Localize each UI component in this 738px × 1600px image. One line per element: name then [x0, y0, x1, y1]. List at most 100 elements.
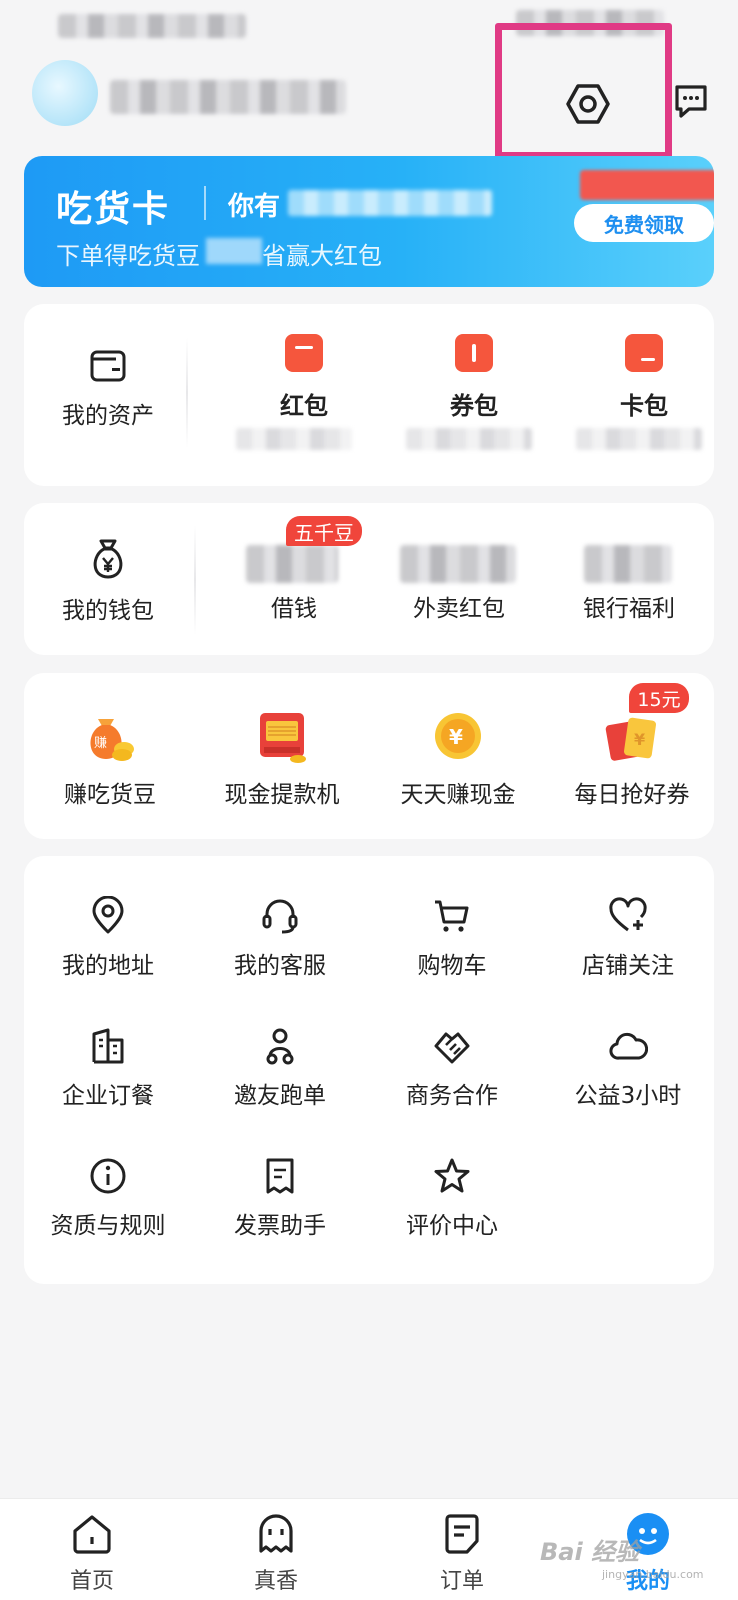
baidu-watermark-url: jingyan.baidu.com [602, 1568, 704, 1581]
daily-cash-entry[interactable]: ¥ 天天赚现金 [378, 709, 538, 809]
tab-zhenxiang[interactable]: 真香 [226, 1511, 326, 1595]
red-envelope-entry[interactable]: 红包 [254, 334, 354, 421]
daily-coupon-label: 每日抢好券 [574, 782, 690, 808]
svg-text:赚: 赚 [94, 735, 107, 751]
svg-text:¥: ¥ [449, 725, 463, 749]
daily-cash-label: 天天赚现金 [400, 782, 516, 808]
banner-title: 吃货卡 [56, 189, 171, 230]
enterprise-dining-entry[interactable]: 企业订餐 [50, 1026, 166, 1110]
earn-beans-entry[interactable]: 赚 赚吃货豆 [40, 709, 180, 809]
info-icon [90, 1158, 126, 1194]
coupon-gift-icon: ¥ [605, 717, 656, 761]
building-icon [92, 1028, 124, 1064]
banner-subtitle-tail: 省赢大红包 [262, 242, 382, 270]
charity-entry[interactable]: 公益3小时 [564, 1026, 692, 1110]
shopping-cart-icon [435, 900, 469, 932]
card-wallet-title: 卡包 [620, 392, 668, 420]
card-subtext-redacted [576, 428, 702, 450]
takeout-redpack-entry[interactable]: 外卖红包 [399, 589, 519, 623]
red-envelope-subtext-redacted [236, 428, 352, 450]
message-icon [675, 85, 707, 118]
loan-badge: 五千豆 [286, 516, 362, 546]
bank-benefit-label: 银行福利 [583, 596, 675, 622]
tab-orders[interactable]: 订单 [412, 1511, 512, 1595]
wallet-card: 我的钱包 借钱 外卖红包 银行福利 [24, 503, 714, 655]
shop-follow-label: 店铺关注 [582, 953, 674, 979]
my-wallet-entry[interactable]: 我的钱包 [60, 537, 156, 625]
invite-rider-label: 邀友跑单 [234, 1083, 326, 1109]
tab-home[interactable]: 首页 [42, 1511, 142, 1595]
banner-subtitle-redacted [206, 238, 262, 264]
business-cooperation-label: 商务合作 [406, 1083, 498, 1109]
promotions-card: 赚 赚吃货豆 现金提款机 ¥ 天天赚现金 ¥ 每日抢好券 [24, 673, 714, 839]
review-center-entry[interactable]: 评价中心 [394, 1156, 510, 1240]
coupon-value-badge: 15元 [629, 683, 689, 713]
tab-home-label: 首页 [69, 1569, 114, 1594]
enterprise-dining-label: 企业订餐 [62, 1083, 154, 1109]
order-icon [445, 1514, 479, 1554]
username-redacted[interactable] [110, 80, 346, 114]
qualification-rules-entry[interactable]: 资质与规则 [40, 1156, 176, 1240]
divider [186, 338, 188, 448]
cash-machine-entry[interactable]: 现金提款机 [212, 709, 352, 809]
status-bar-left-redacted [58, 14, 246, 38]
cloud-icon [609, 1032, 648, 1060]
invite-rider-entry[interactable]: 邀友跑单 [222, 1026, 338, 1110]
ghost-face-icon [259, 1514, 293, 1553]
business-cooperation-entry[interactable]: 商务合作 [394, 1026, 510, 1110]
charity-label: 公益3小时 [574, 1083, 682, 1109]
chihuo-card-banner[interactable]: 吃货卡 你有 下单得吃货豆 省赢大红包 免费领取 [24, 156, 714, 287]
free-claim-button[interactable]: 免费领取 [574, 204, 714, 242]
settings-hexagon-icon [566, 84, 610, 124]
cash-machine-label: 现金提款机 [224, 782, 340, 808]
loan-entry[interactable]: 借钱 [234, 589, 354, 623]
settings-button[interactable] [562, 78, 614, 130]
rider-icon [266, 1028, 294, 1065]
handshake-icon [434, 1032, 470, 1064]
customer-service-entry[interactable]: 我的客服 [222, 896, 338, 980]
bank-benefit-entry[interactable]: 银行福利 [569, 589, 689, 623]
takeout-redpack-label: 外卖红包 [413, 596, 505, 622]
divider [194, 525, 196, 635]
loan-value-redacted [246, 545, 338, 583]
svg-text:¥: ¥ [634, 730, 645, 749]
status-bar-right-redacted [516, 10, 664, 36]
my-assets-label: 我的资产 [62, 403, 154, 429]
star-icon [434, 1158, 470, 1193]
shopping-cart-label: 购物车 [417, 953, 487, 979]
assets-card: 我的资产 红包 券包 卡包 [24, 304, 714, 486]
card-wallet-entry[interactable]: 卡包 [594, 334, 694, 421]
coupon-title: 券包 [450, 392, 498, 420]
headset-icon [262, 899, 298, 934]
banner-subtitle-text: 下单得吃货豆 [56, 242, 200, 270]
invoice-assistant-label: 发票助手 [234, 1213, 326, 1239]
my-address-label: 我的地址 [62, 953, 154, 979]
message-button[interactable] [666, 76, 716, 126]
my-assets-entry[interactable]: 我的资产 [60, 346, 156, 430]
my-wallet-label: 我的钱包 [62, 598, 154, 624]
user-avatar[interactable] [32, 60, 98, 126]
shopping-cart-entry[interactable]: 购物车 [394, 896, 510, 980]
location-pin-icon [92, 896, 124, 934]
qualification-rules-label: 资质与规则 [50, 1213, 166, 1239]
tab-zhenxiang-label: 真香 [253, 1569, 298, 1594]
gold-coin-icon: ¥ [435, 713, 481, 759]
wallet-icon [90, 350, 126, 382]
red-envelope-icon [285, 334, 323, 372]
shop-follow-entry[interactable]: 店铺关注 [564, 896, 692, 980]
bean-bag-icon: 赚 [90, 719, 134, 761]
daily-coupon-entry[interactable]: ¥ 每日抢好券 [552, 709, 712, 809]
invoice-assistant-entry[interactable]: 发票助手 [222, 1156, 338, 1240]
earn-beans-label: 赚吃货豆 [64, 782, 156, 808]
coupon-icon [455, 334, 493, 372]
review-center-label: 评价中心 [406, 1213, 498, 1239]
card-icon [625, 334, 663, 372]
takeout-redpack-value-redacted [400, 545, 516, 583]
banner-greeting-redacted [288, 190, 492, 216]
coupon-entry[interactable]: 券包 [424, 334, 524, 421]
customer-service-label: 我的客服 [234, 953, 326, 979]
home-icon [73, 1515, 111, 1554]
money-bag-icon [93, 539, 123, 579]
red-envelope-title: 红包 [280, 392, 328, 420]
my-address-entry[interactable]: 我的地址 [50, 896, 166, 980]
